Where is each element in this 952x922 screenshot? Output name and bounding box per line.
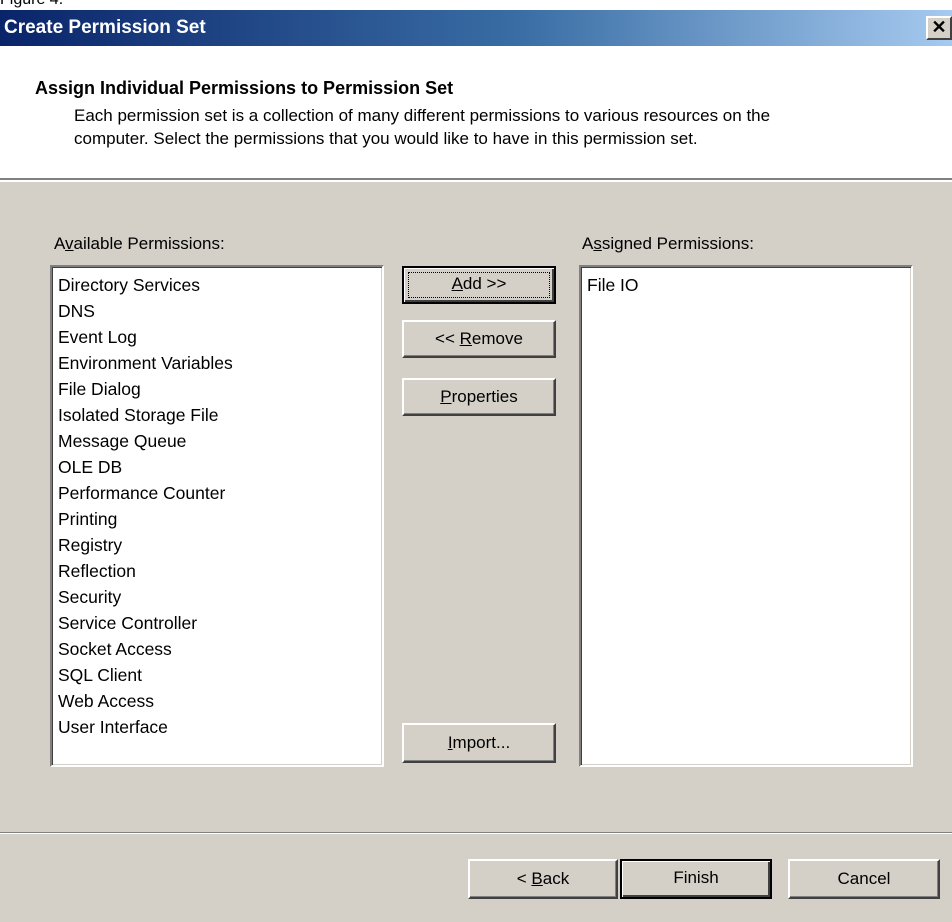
wizard-footer: < Back Finish Cancel	[0, 834, 952, 922]
cancel-button[interactable]: Cancel	[788, 859, 940, 899]
available-permissions-label: Available Permissions:	[54, 234, 225, 253]
list-item[interactable]: Directory Services	[54, 272, 380, 298]
list-item[interactable]: Printing	[54, 506, 380, 532]
list-item[interactable]: Security	[54, 584, 380, 610]
close-icon[interactable]: ✕	[926, 16, 952, 40]
list-item[interactable]: SQL Client	[54, 662, 380, 688]
available-permissions-list[interactable]: Directory Services DNS Event Log Environmen…	[50, 265, 384, 767]
list-item[interactable]: File Dialog	[54, 376, 380, 402]
list-item[interactable]: Isolated Storage File	[54, 402, 380, 428]
assigned-permissions-list[interactable]: File IO	[579, 265, 913, 767]
list-item[interactable]: File IO	[583, 272, 909, 298]
back-button[interactable]: < Back	[468, 859, 618, 899]
wizard-header: Assign Individual Permissions to Permiss…	[0, 46, 952, 180]
properties-button[interactable]: Properties	[402, 378, 556, 416]
finish-button[interactable]: Finish	[620, 859, 772, 899]
list-item[interactable]: User Interface	[54, 714, 380, 740]
list-item[interactable]: Socket Access	[54, 636, 380, 662]
assigned-permissions-label: Assigned Permissions:	[582, 234, 754, 253]
page-description: Each permission set is a collection of m…	[74, 106, 771, 148]
wizard-body: Available Permissions: Directory Service…	[0, 182, 952, 832]
list-item[interactable]: Performance Counter	[54, 480, 380, 506]
figure-caption: Figure 4.	[0, 0, 63, 9]
list-item[interactable]: Registry	[54, 532, 380, 558]
list-item[interactable]: Service Controller	[54, 610, 380, 636]
list-item[interactable]: Reflection	[54, 558, 380, 584]
list-item[interactable]: Web Access	[54, 688, 380, 714]
list-item[interactable]: DNS	[54, 298, 380, 324]
list-item[interactable]: OLE DB	[54, 454, 380, 480]
title-bar: Create Permission Set ✕	[0, 10, 952, 46]
page-title: Assign Individual Permissions to Permiss…	[35, 78, 454, 98]
window-title: Create Permission Set	[4, 17, 206, 38]
remove-button[interactable]: << Remove	[402, 320, 556, 358]
import-button[interactable]: Import...	[402, 723, 556, 763]
list-item[interactable]: Environment Variables	[54, 350, 380, 376]
list-item[interactable]: Event Log	[54, 324, 380, 350]
list-item[interactable]: Message Queue	[54, 428, 380, 454]
add-button[interactable]: Add >>	[402, 266, 556, 304]
